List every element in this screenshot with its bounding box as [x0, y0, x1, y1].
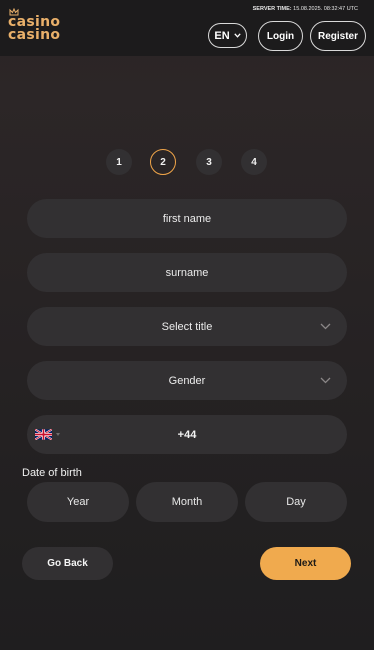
top-header: casino casino SERVER TIME: 15.08.2025. 0…	[0, 0, 374, 56]
surname-field[interactable]: surname	[27, 253, 347, 292]
gender-select-value: Gender	[168, 374, 206, 387]
go-back-button[interactable]: Go Back	[22, 547, 113, 580]
first-name-placeholder: first name	[162, 212, 212, 225]
first-name-field[interactable]: first name	[27, 199, 347, 238]
step-4: 4	[241, 149, 267, 175]
dob-day-field[interactable]: Day	[245, 482, 347, 522]
phone-country-code: +44	[177, 428, 197, 441]
server-time-label: SERVER TIME:	[252, 6, 292, 12]
server-time: SERVER TIME: 15.08.2025. 08:32:47 UTC	[253, 6, 358, 12]
step-2: 2	[150, 149, 176, 175]
dob-month-field[interactable]: Month	[136, 482, 238, 522]
casino-logo[interactable]: casino casino	[8, 8, 72, 46]
crown-icon	[9, 8, 19, 16]
logo-line-2: casino	[8, 27, 61, 43]
country-dropdown-icon[interactable]	[56, 433, 60, 436]
title-select-value: Select title	[161, 320, 213, 333]
registration-steps: 1 2 3 4	[0, 149, 374, 175]
uk-flag-icon[interactable]	[35, 429, 52, 440]
title-select[interactable]: Select title	[27, 307, 347, 346]
step-3: 3	[196, 149, 222, 175]
dob-label: Date of birth	[22, 467, 82, 479]
chevron-down-icon	[320, 323, 331, 330]
chevron-down-icon	[320, 377, 331, 384]
surname-placeholder: surname	[165, 266, 209, 279]
login-button[interactable]: Login	[258, 21, 303, 51]
dob-year-field[interactable]: Year	[27, 482, 129, 522]
register-button[interactable]: Register	[310, 21, 366, 51]
server-time-value: 15.08.2025. 08:32:47 UTC	[293, 6, 358, 12]
phone-field[interactable]: +44	[27, 415, 347, 454]
language-label: EN	[214, 29, 230, 42]
gender-select[interactable]: Gender	[27, 361, 347, 400]
language-selector[interactable]: EN	[208, 23, 247, 48]
step-1: 1	[106, 149, 132, 175]
next-button[interactable]: Next	[260, 547, 351, 580]
chevron-down-icon	[233, 33, 241, 38]
